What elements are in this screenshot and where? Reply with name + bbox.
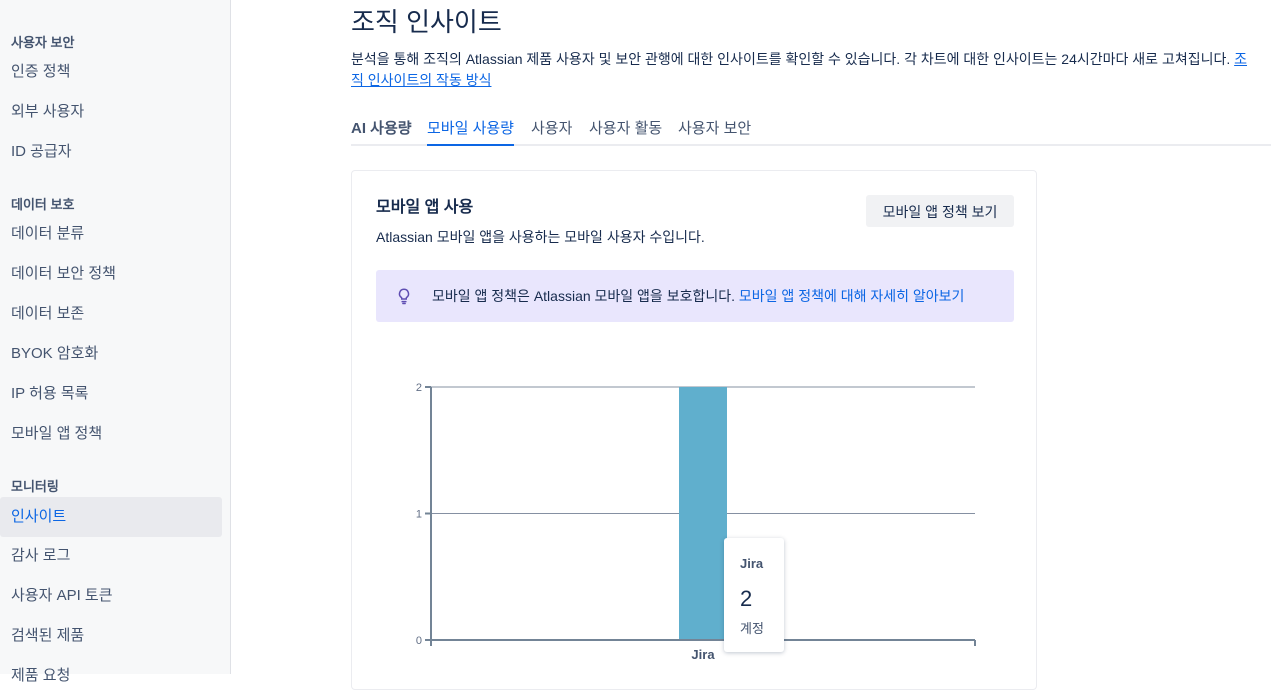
info-banner: 모바일 앱 정책은 Atlassian 모바일 앱을 보호합니다. 모바일 앱 … xyxy=(376,270,1014,322)
info-text: 모바일 앱 정책은 Atlassian 모바일 앱을 보호합니다. 모바일 앱 … xyxy=(432,286,964,306)
y-tick-label: 0 xyxy=(416,635,422,647)
tab-bar: AI 사용량 모바일 사용량 사용자 사용자 활동 사용자 보안 xyxy=(351,116,1271,146)
card-subtitle: Atlassian 모바일 앱을 사용하는 모바일 사용자 수입니다. xyxy=(376,229,705,245)
page-title: 조직 인사이트 xyxy=(351,7,502,37)
sidebar-item-data-retention[interactable]: 데이터 보존 xyxy=(0,294,222,334)
y-tick-label: 1 xyxy=(416,509,422,521)
learn-more-mobile-policy-link[interactable]: 모바일 앱 정책에 대해 자세히 알아보기 xyxy=(739,288,965,304)
sidebar-item-audit-log[interactable]: 감사 로그 xyxy=(0,536,222,576)
sidebar-heading-monitoring: 모니터링 xyxy=(11,479,59,494)
view-mobile-policy-button[interactable]: 모바일 앱 정책 보기 xyxy=(866,195,1014,227)
sidebar-item-byok[interactable]: BYOK 암호화 xyxy=(0,334,222,374)
y-tick-label: 2 xyxy=(416,382,422,394)
sidebar-item-data-security-policy[interactable]: 데이터 보안 정책 xyxy=(0,254,222,294)
mobile-usage-bar-chart: 0 1 2 Jira xyxy=(416,382,976,662)
description-text: 분석을 통해 조직의 Atlassian 제품 사용자 및 보안 관행에 대한 … xyxy=(351,51,1235,67)
sidebar-item-external-users[interactable]: 외부 사용자 xyxy=(0,92,222,132)
sidebar-item-mobile-policy[interactable]: 모바일 앱 정책 xyxy=(0,414,222,454)
tooltip-unit: 계정 xyxy=(740,621,764,636)
tooltip-value: 2 xyxy=(740,586,753,611)
sidebar-item-data-classification[interactable]: 데이터 분류 xyxy=(0,214,222,254)
tab-users[interactable]: 사용자 xyxy=(531,116,572,144)
tab-user-security[interactable]: 사용자 보안 xyxy=(678,116,751,144)
tab-user-activity[interactable]: 사용자 활동 xyxy=(589,116,662,144)
bar-jira xyxy=(679,387,727,640)
sidebar-item-product-requests[interactable]: 제품 요청 xyxy=(0,656,222,696)
tooltip-label: Jira xyxy=(740,556,764,571)
sidebar-item-identity-providers[interactable]: ID 공급자 xyxy=(0,132,222,172)
sidebar-heading-data-protection: 데이터 보호 xyxy=(11,197,75,212)
sidebar-item-discovered-products[interactable]: 검색된 제품 xyxy=(0,616,222,656)
sidebar-item-ip-allowlist[interactable]: IP 허용 목록 xyxy=(0,374,222,414)
tab-mobile-usage[interactable]: 모바일 사용량 xyxy=(427,116,514,146)
info-message: 모바일 앱 정책은 Atlassian 모바일 앱을 보호합니다. xyxy=(432,288,739,304)
sidebar-item-auth-policy[interactable]: 인증 정책 xyxy=(0,52,222,92)
chart-tooltip: Jira 2 계정 xyxy=(724,538,784,652)
sidebar: 사용자 보안 인증 정책 외부 사용자 ID 공급자 데이터 보호 데이터 분류… xyxy=(0,0,231,684)
page-description: 분석을 통해 조직의 Atlassian 제품 사용자 및 보안 관행에 대한 … xyxy=(351,49,1251,91)
sidebar-item-insights[interactable]: 인사이트 xyxy=(0,497,222,537)
tab-ai-usage[interactable]: AI 사용량 xyxy=(351,116,412,144)
sidebar-heading-user-security: 사용자 보안 xyxy=(11,35,75,50)
card-title: 모바일 앱 사용 xyxy=(376,199,474,216)
lightbulb-icon xyxy=(398,288,410,305)
sidebar-item-api-tokens[interactable]: 사용자 API 토큰 xyxy=(0,576,222,616)
x-tick-label: Jira xyxy=(691,647,715,662)
